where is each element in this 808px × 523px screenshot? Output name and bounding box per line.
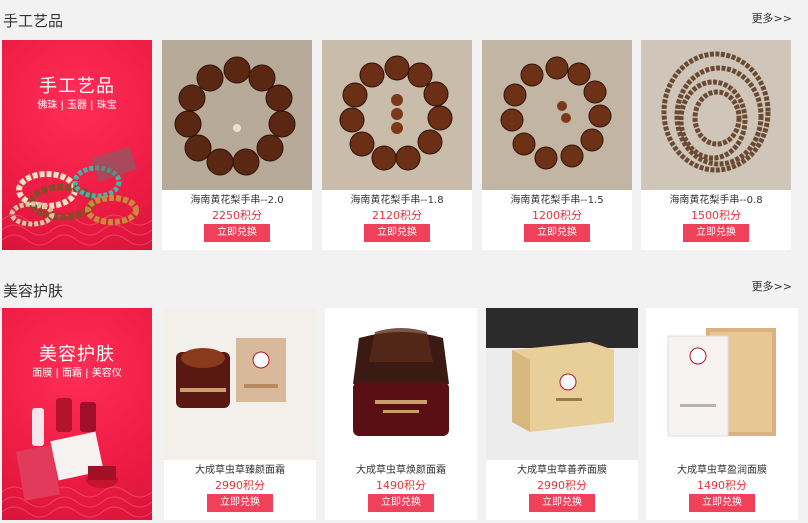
product-card[interactable]: 海南黄花梨手串--1.8 2120积分 立即兑换: [322, 40, 472, 250]
product-name: 海南黄花梨手串--2.0: [190, 195, 284, 206]
more-link[interactable]: 更多>>: [752, 10, 792, 26]
redeem-button[interactable]: 立即兑换: [204, 224, 270, 242]
section-title: 美容护肤: [3, 282, 64, 300]
product-image[interactable]: [646, 308, 798, 460]
category-banner[interactable]: 手工艺品 佛珠 | 玉器 | 珠宝: [2, 40, 152, 250]
product-image[interactable]: [162, 40, 312, 190]
product-price: 2250积分: [212, 209, 262, 222]
product-name: 大成草虫草焕颜面霜: [356, 465, 446, 476]
redeem-button[interactable]: 立即兑换: [689, 494, 755, 512]
product-name: 海南黄花梨手串--1.5: [510, 195, 604, 206]
product-card[interactable]: 大成草虫草焕颜面霜 1490积分 立即兑换: [325, 308, 477, 520]
product-name: 大成草虫草善养面膜: [517, 465, 607, 476]
banner-subtitle: 佛珠 | 玉器 | 珠宝: [37, 100, 117, 111]
product-card[interactable]: 海南黄花梨手串--2.0 2250积分 立即兑换: [162, 40, 312, 250]
product-image[interactable]: [641, 40, 791, 190]
category-banner[interactable]: 美容护肤 面膜 | 面霜 | 美容仪: [2, 308, 152, 520]
product-image[interactable]: [325, 308, 477, 460]
redeem-button[interactable]: 立即兑换: [529, 494, 595, 512]
product-price: 1500积分: [691, 209, 741, 222]
product-image[interactable]: [322, 40, 472, 190]
banner-title: 美容护肤: [39, 344, 115, 365]
banner-title: 手工艺品: [39, 76, 115, 97]
product-card[interactable]: 大成草虫草善养面膜 2990积分 立即兑换: [486, 308, 638, 520]
bracelets-illustration: [2, 146, 152, 246]
redeem-button[interactable]: 立即兑换: [368, 494, 434, 512]
redeem-button[interactable]: 立即兑换: [683, 224, 749, 242]
product-card[interactable]: 海南黄花梨手串--1.5 1200积分 立即兑换: [482, 40, 632, 250]
product-price: 1200积分: [532, 209, 582, 222]
product-name: 海南黄花梨手串--0.8: [669, 195, 763, 206]
skincare-illustration: [2, 398, 152, 518]
product-name: 大成草虫草臻颜面霜: [195, 465, 285, 476]
section-title: 手工艺品: [3, 12, 64, 30]
product-card[interactable]: 大成草虫草臻颜面霜 2990积分 立即兑换: [164, 308, 316, 520]
product-name: 海南黄花梨手串--1.8: [350, 195, 444, 206]
banner-subtitle: 面膜 | 面霜 | 美容仪: [32, 368, 122, 379]
product-price: 2120积分: [372, 209, 422, 222]
product-card[interactable]: 大成草虫草盈润面膜 1490积分 立即兑换: [646, 308, 798, 520]
redeem-button[interactable]: 立即兑换: [207, 494, 273, 512]
product-image[interactable]: [164, 308, 316, 460]
section-handicrafts: 手工艺品 更多>> 手工艺品 佛珠 | 玉器 | 珠宝 海南黄花梨手串--2.0…: [0, 0, 808, 252]
product-price: 2990积分: [215, 479, 265, 492]
redeem-button[interactable]: 立即兑换: [364, 224, 430, 242]
product-price: 1490积分: [376, 479, 426, 492]
product-card[interactable]: 海南黄花梨手串--0.8 1500积分 立即兑换: [641, 40, 791, 250]
product-image[interactable]: [482, 40, 632, 190]
product-name: 大成草虫草盈润面膜: [677, 465, 767, 476]
more-link[interactable]: 更多>>: [752, 278, 792, 294]
product-price: 2990积分: [537, 479, 587, 492]
product-price: 1490积分: [697, 479, 747, 492]
redeem-button[interactable]: 立即兑换: [524, 224, 590, 242]
product-image[interactable]: [486, 308, 638, 460]
section-skincare: 美容护肤 更多>> 美容护肤 面膜 | 面霜 | 美容仪 大成草虫草臻颜面霜 2…: [0, 268, 808, 523]
